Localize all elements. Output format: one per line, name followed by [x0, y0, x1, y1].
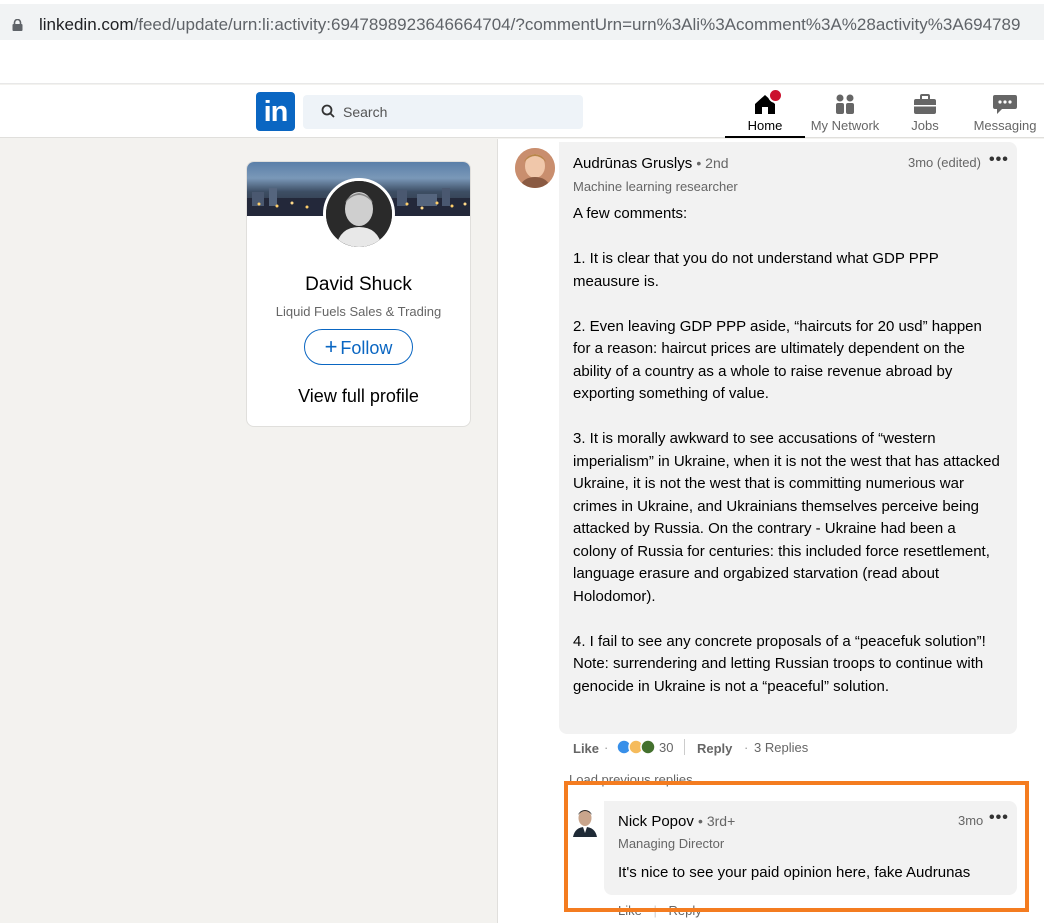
- profile-photo: [326, 181, 392, 247]
- reply-button[interactable]: Reply: [697, 741, 732, 756]
- separator-dot: ·: [604, 740, 609, 755]
- plus-icon: +: [324, 334, 338, 359]
- reaction-count[interactable]: 30: [659, 740, 673, 755]
- like-button[interactable]: Like: [573, 741, 599, 756]
- more-options-icon[interactable]: •••: [989, 151, 1009, 169]
- nav-jobs-label: Jobs: [911, 118, 939, 133]
- url-domain: linkedin.com: [39, 15, 134, 34]
- nav-home-label: Home: [747, 118, 783, 133]
- profile-headline: Liquid Fuels Sales & Trading: [275, 304, 442, 319]
- search-icon: [321, 104, 335, 118]
- nav-jobs[interactable]: Jobs: [885, 85, 965, 138]
- replies-count-link[interactable]: 3 Replies: [754, 740, 808, 755]
- comment-paragraph: 1. It is clear that you do not understan…: [573, 250, 939, 290]
- view-full-profile-link[interactable]: View full profile: [247, 386, 470, 407]
- chat-icon: [993, 95, 1017, 114]
- profile-avatar[interactable]: [323, 178, 395, 250]
- nav-my-network[interactable]: My Network: [805, 85, 885, 138]
- comment-body: A few comments: 1. It is clear that you …: [573, 203, 1003, 721]
- top-nav: in Home My Network Jobs: [0, 85, 1044, 138]
- comment-paragraph: 3. It is morally awkward to see accusati…: [573, 430, 1000, 605]
- briefcase-icon: [914, 94, 936, 114]
- comment-paragraph: 4. I fail to see any concrete proposals …: [573, 632, 986, 695]
- linkedin-logo[interactable]: in: [256, 92, 295, 131]
- follow-label: Follow: [340, 338, 393, 358]
- nav-my-network-label: My Network: [810, 118, 880, 133]
- profile-name[interactable]: David Shuck: [247, 274, 470, 296]
- lock-icon: [12, 19, 23, 31]
- comment-author[interactable]: Audrūnas Gruslys • 2nd: [573, 155, 729, 172]
- nav-messaging[interactable]: Messaging: [965, 85, 1044, 138]
- search-input[interactable]: [343, 95, 573, 129]
- bookmarks-bar: [0, 44, 1044, 84]
- url-path: /feed/update/urn:li:activity:69478989236…: [133, 15, 1021, 34]
- comment-paragraph: 2. Even leaving GDP PPP aside, “haircuts…: [573, 317, 982, 403]
- separator-dot: ·: [744, 740, 749, 755]
- commenter-photo: [515, 148, 555, 188]
- people-icon: [836, 94, 854, 114]
- highlight-box: [564, 781, 1029, 912]
- search-box[interactable]: [303, 95, 583, 129]
- nav-messaging-label: Messaging: [973, 118, 1037, 133]
- comment-paragraph: A few comments:: [573, 205, 688, 222]
- nav-home[interactable]: Home: [725, 85, 805, 138]
- author-name: Audrūnas Gruslys: [573, 155, 693, 172]
- url-text[interactable]: linkedin.com/feed/update/urn:li:activity…: [39, 15, 1020, 35]
- notification-badge: [768, 88, 783, 103]
- browser-address-bar: linkedin.com/feed/update/urn:li:activity…: [0, 0, 1044, 44]
- divider: [684, 739, 685, 755]
- author-headline: Machine learning researcher: [573, 179, 738, 194]
- url-field[interactable]: linkedin.com/feed/update/urn:li:activity…: [0, 4, 1044, 40]
- connection-degree: • 2nd: [696, 155, 729, 171]
- commenter-avatar[interactable]: [515, 148, 555, 188]
- comment-timestamp: 3mo (edited): [908, 155, 981, 170]
- profile-card: David Shuck Liquid Fuels Sales & Trading…: [246, 161, 471, 427]
- reactions-icon[interactable]: [615, 738, 657, 756]
- follow-button[interactable]: + Follow: [304, 329, 413, 365]
